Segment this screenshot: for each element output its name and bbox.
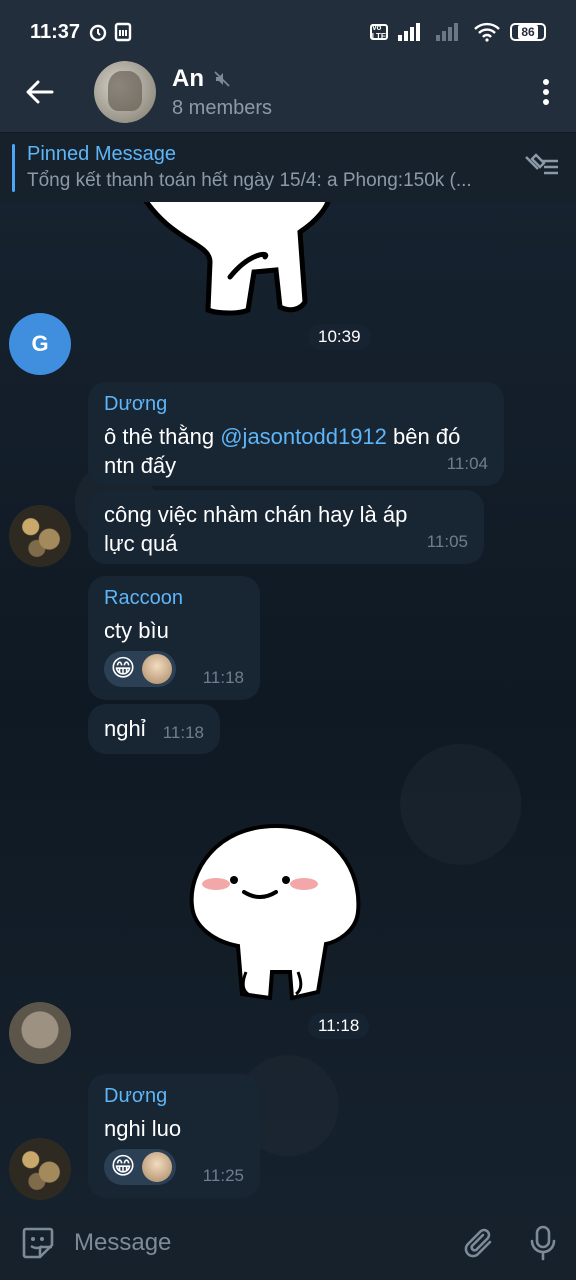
avatar-flowers[interactable] [9,505,71,567]
pinned-indicator [12,143,15,192]
message-input-bar: Message [0,1206,576,1280]
message-time: 11:25 [202,1166,244,1185]
reactor-avatar [142,1152,172,1182]
message-text: công việc nhàm chán hay là áp lực quá [104,502,408,556]
reaction-chip[interactable]: 😁 [104,651,176,687]
signal-weak-icon [436,23,458,41]
status-time: 11:37 [30,20,81,43]
microphone-icon[interactable] [530,1225,556,1261]
mention-link[interactable]: @jasontodd1912 [220,424,387,449]
message-bubble-5[interactable]: Dương nghi luo 😁 11:25 [88,1074,260,1198]
chat-title-block[interactable]: An 8 members [172,65,272,120]
message-text: nghỉ [104,716,146,741]
sticker-smile[interactable] [186,822,366,1006]
pinned-message-bar[interactable]: Pinned Message Tổng kết thanh toán hết n… [0,132,576,202]
message-sender: Raccoon [104,587,183,609]
wifi-icon [474,22,500,42]
message-text: ô thê thằng @jasontodd1912 bên đó ntn đấ… [104,424,461,478]
sticker-time-1: 10:39 [308,324,371,350]
grin-emoji-icon: 😁 [110,1153,136,1180]
arrow-left-icon [26,80,54,104]
top-bar: 11:37 Vo LTE 86 An 8 members [0,0,576,132]
muted-icon [214,70,230,87]
message-time: 11:05 [426,532,468,551]
sticker-emoji-icon[interactable] [20,1225,56,1261]
attach-icon[interactable] [464,1226,496,1260]
group-avatar[interactable] [94,61,156,123]
battery-icon: 86 [510,23,546,41]
chat-subtitle: 8 members [172,96,273,119]
chat-title: An [172,64,204,92]
pinned-preview: Tổng kết thanh toán hết ngày 15/4: a Pho… [27,170,472,191]
message-time: 11:18 [202,668,244,687]
reactor-avatar [142,654,172,684]
message-sender: Dương [104,1085,168,1107]
pinned-list-icon[interactable] [522,151,560,181]
chat-header: An 8 members [0,56,576,128]
message-text: nghi luo [104,1116,182,1141]
message-sender: Dương [104,393,168,415]
chat-area[interactable]: 10:39 G Dương ô thê thằng @jasontodd1912… [0,202,576,1206]
message-time: 11:04 [446,454,488,473]
volte-icon: Vo LTE [370,23,388,41]
grin-emoji-icon: 😁 [110,655,136,682]
alarm-icon [89,24,107,42]
avatar-letter: G [31,331,49,356]
message-bubble-3[interactable]: Raccoon cty bìu 😁 11:18 [88,576,260,700]
message-bubble-1[interactable]: Dương ô thê thằng @jasontodd1912 bên đó … [88,382,504,486]
sim-card-icon [114,22,132,42]
more-options-button[interactable] [516,56,576,128]
sticker-top[interactable] [130,202,340,322]
message-time: 11:18 [162,723,204,742]
message-input[interactable]: Message [74,1229,171,1257]
pinned-label: Pinned Message [27,143,176,165]
status-bar: 11:37 Vo LTE 86 [0,0,576,64]
more-vertical-icon [543,79,549,105]
message-bubble-2[interactable]: công việc nhàm chán hay là áp lực quá 11… [88,490,484,564]
sticker-time-2: 11:18 [308,1013,370,1039]
avatar-raccoon[interactable] [9,1002,71,1064]
reaction-chip[interactable]: 😁 [104,1149,176,1185]
back-button[interactable] [0,56,80,128]
message-text: cty bìu [104,618,169,643]
signal-icon [398,23,420,41]
avatar-flowers[interactable] [9,1138,71,1200]
message-bubble-4[interactable]: nghỉ 11:18 [88,704,220,754]
avatar-g[interactable]: G [9,313,71,375]
